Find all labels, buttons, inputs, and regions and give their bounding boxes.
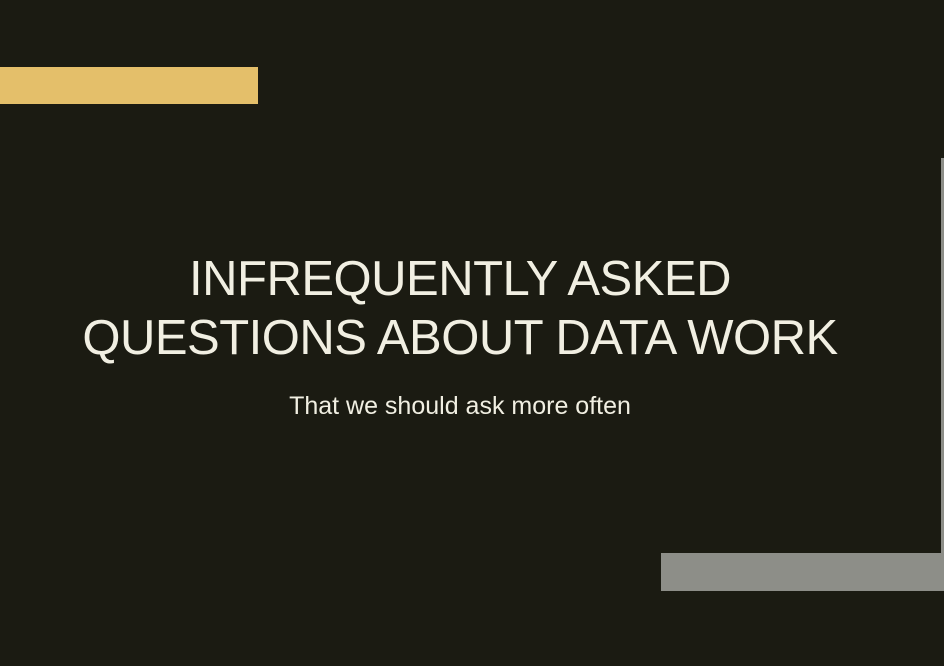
- title-slide: INFREQUENTLY ASKED QUESTIONS ABOUT DATA …: [0, 0, 944, 666]
- slide-title-line-1: INFREQUENTLY ASKED: [189, 252, 731, 306]
- slide-title: INFREQUENTLY ASKED QUESTIONS ABOUT DATA …: [0, 250, 920, 368]
- gray-accent-bar: [661, 553, 944, 591]
- slide-title-line-2: QUESTIONS ABOUT DATA WORK: [82, 311, 838, 365]
- slide-subtitle: That we should ask more often: [289, 392, 631, 420]
- gold-accent-bar: [0, 67, 258, 104]
